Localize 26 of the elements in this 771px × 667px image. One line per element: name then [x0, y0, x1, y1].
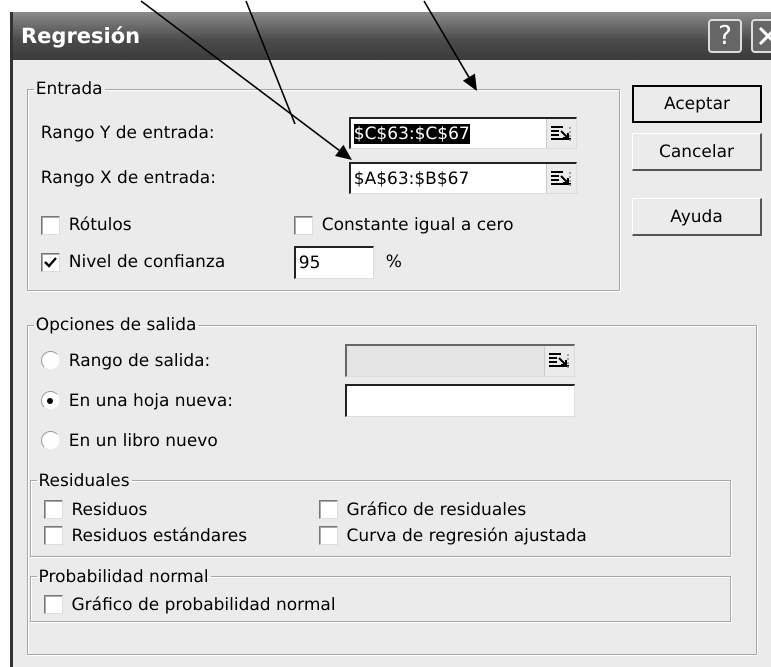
checkbox-label: Residuos estándares	[72, 526, 248, 546]
range-field[interactable]: $C$63:$C$67	[348, 117, 577, 150]
range-field[interactable]: $A$63:$B$67	[348, 162, 577, 194]
checkbox-label: Nivel de confianza	[68, 252, 226, 272]
group-label: Entrada	[34, 79, 104, 99]
checkbox-label: Gráfico de probabilidad normal	[72, 594, 336, 615]
radio-label: En una hoja nueva:	[68, 390, 233, 411]
group-label: Probabilidad normal	[38, 566, 210, 587]
checkbox-label: Constante igual a cero	[322, 215, 514, 236]
field-label: Rango X de entrada:	[40, 168, 217, 188]
field-label: Rango Y de entrada:	[40, 123, 216, 144]
confidence-field[interactable]: 95	[294, 246, 374, 279]
group-label: Opciones de salida	[34, 315, 198, 335]
checkbox-label: Gráfico de residuales	[346, 500, 526, 520]
group-label: Residuales	[38, 470, 131, 491]
checkbox-label: Curva de regresión ajustada	[346, 526, 587, 546]
help-button[interactable]: ?	[708, 19, 742, 53]
dialog-button[interactable]: Ayuda	[632, 198, 762, 236]
dialog-button[interactable]: Cancelar	[632, 133, 762, 171]
percent-label: %	[386, 252, 402, 272]
checkbox-label: Residuos	[72, 500, 148, 520]
radio-label: En un libro nuevo	[68, 430, 218, 451]
radio-label: Rango de salida:	[68, 350, 210, 371]
dialog-button[interactable]: Aceptar	[632, 85, 762, 123]
checkbox-label: Rótulos	[68, 215, 132, 236]
window-title: Regresión	[21, 24, 142, 48]
